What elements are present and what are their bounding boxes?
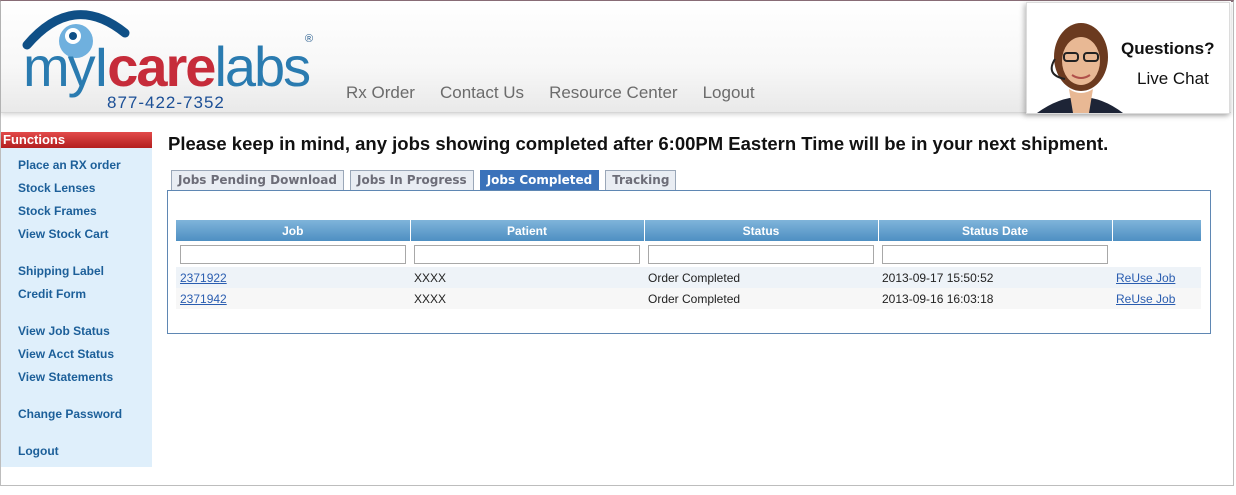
- sidebar-heading: Functions: [1, 132, 152, 148]
- reuse-job-link[interactable]: ReUse Job: [1116, 271, 1175, 285]
- tab-tracking[interactable]: Tracking: [605, 170, 677, 190]
- registered-mark: ®: [305, 33, 314, 45]
- column-header-actions: [1112, 220, 1202, 241]
- job-link[interactable]: 2371942: [180, 292, 227, 306]
- nav-contact-us[interactable]: Contact Us: [440, 83, 524, 103]
- live-chat-widget[interactable]: Questions? Live Chat: [1026, 2, 1230, 114]
- column-header-status-date[interactable]: Status Date: [878, 220, 1113, 241]
- sidebar-item-logout[interactable]: Logout: [18, 444, 59, 458]
- sidebar-item-stock-frames[interactable]: Stock Frames: [18, 204, 97, 218]
- logo-i: I: [93, 35, 110, 98]
- table-header-row: Job Patient Status Status Date: [176, 220, 1202, 241]
- support-agent-icon: [1037, 23, 1123, 113]
- chat-question: Questions?: [1121, 39, 1215, 58]
- logo-my: my: [23, 35, 96, 98]
- column-header-patient[interactable]: Patient: [410, 220, 645, 241]
- status-filter-input[interactable]: [648, 244, 874, 264]
- status-cell: Order Completed: [644, 267, 878, 288]
- sidebar-item-change-password[interactable]: Change Password: [18, 407, 122, 421]
- nav-logout[interactable]: Logout: [703, 83, 755, 103]
- sidebar-item-view-job-status[interactable]: View Job Status: [18, 324, 110, 338]
- status-date-cell: 2013-09-16 16:03:18: [878, 288, 1112, 309]
- sidebar: Functions Place an RX order Stock Lenses…: [1, 132, 152, 467]
- sidebar-item-view-acct-status[interactable]: View Acct Status: [18, 347, 114, 361]
- job-tabs: Jobs Pending Download Jobs In Progress J…: [171, 170, 677, 190]
- patient-cell: XXXX: [410, 267, 644, 288]
- sidebar-item-credit-form[interactable]: Credit Form: [18, 287, 86, 301]
- column-header-status[interactable]: Status: [644, 220, 879, 241]
- status-cell: Order Completed: [644, 288, 878, 309]
- sidebar-item-place-rx-order[interactable]: Place an RX order: [18, 158, 121, 172]
- nav-rx-order[interactable]: Rx Order: [346, 83, 415, 103]
- status-date-cell: 2013-09-17 15:50:52: [878, 267, 1112, 288]
- tab-jobs-completed[interactable]: Jobs Completed: [479, 170, 600, 190]
- logo-wordmark: myIcarelabs: [23, 39, 311, 95]
- reuse-job-link[interactable]: ReUse Job: [1116, 292, 1175, 306]
- phone-number: 877-422-7352: [107, 93, 225, 112]
- logo-care: care: [107, 35, 216, 98]
- job-filter-input[interactable]: [180, 244, 406, 264]
- tab-jobs-pending-download[interactable]: Jobs Pending Download: [171, 170, 344, 190]
- sidebar-item-stock-lenses[interactable]: Stock Lenses: [18, 181, 95, 195]
- shipment-notice: Please keep in mind, any jobs showing co…: [168, 133, 1109, 154]
- filter-row: [176, 241, 1201, 267]
- chat-live-label[interactable]: Live Chat: [1137, 69, 1209, 89]
- nav-resource-center[interactable]: Resource Center: [549, 83, 678, 103]
- jobs-table: Job Patient Status Status Date 2371922 X…: [176, 220, 1202, 309]
- patient-cell: XXXX: [410, 288, 644, 309]
- table-row: 2371942 XXXX Order Completed 2013-09-16 …: [176, 288, 1201, 309]
- sidebar-item-view-statements[interactable]: View Statements: [18, 370, 113, 384]
- sidebar-item-view-stock-cart[interactable]: View Stock Cart: [18, 227, 108, 241]
- logo-labs: labs: [214, 35, 311, 98]
- column-header-job[interactable]: Job: [176, 220, 411, 241]
- sidebar-item-shipping-label[interactable]: Shipping Label: [18, 264, 104, 278]
- patient-filter-input[interactable]: [414, 244, 640, 264]
- status-date-filter-input[interactable]: [882, 244, 1108, 264]
- table-row: 2371922 XXXX Order Completed 2013-09-17 …: [176, 267, 1201, 288]
- top-nav: Rx Order Contact Us Resource Center Logo…: [346, 83, 755, 103]
- job-link[interactable]: 2371922: [180, 271, 227, 285]
- brand-logo[interactable]: myIcarelabs ® 877-422-7352: [21, 5, 321, 113]
- tab-jobs-in-progress[interactable]: Jobs In Progress: [350, 170, 474, 190]
